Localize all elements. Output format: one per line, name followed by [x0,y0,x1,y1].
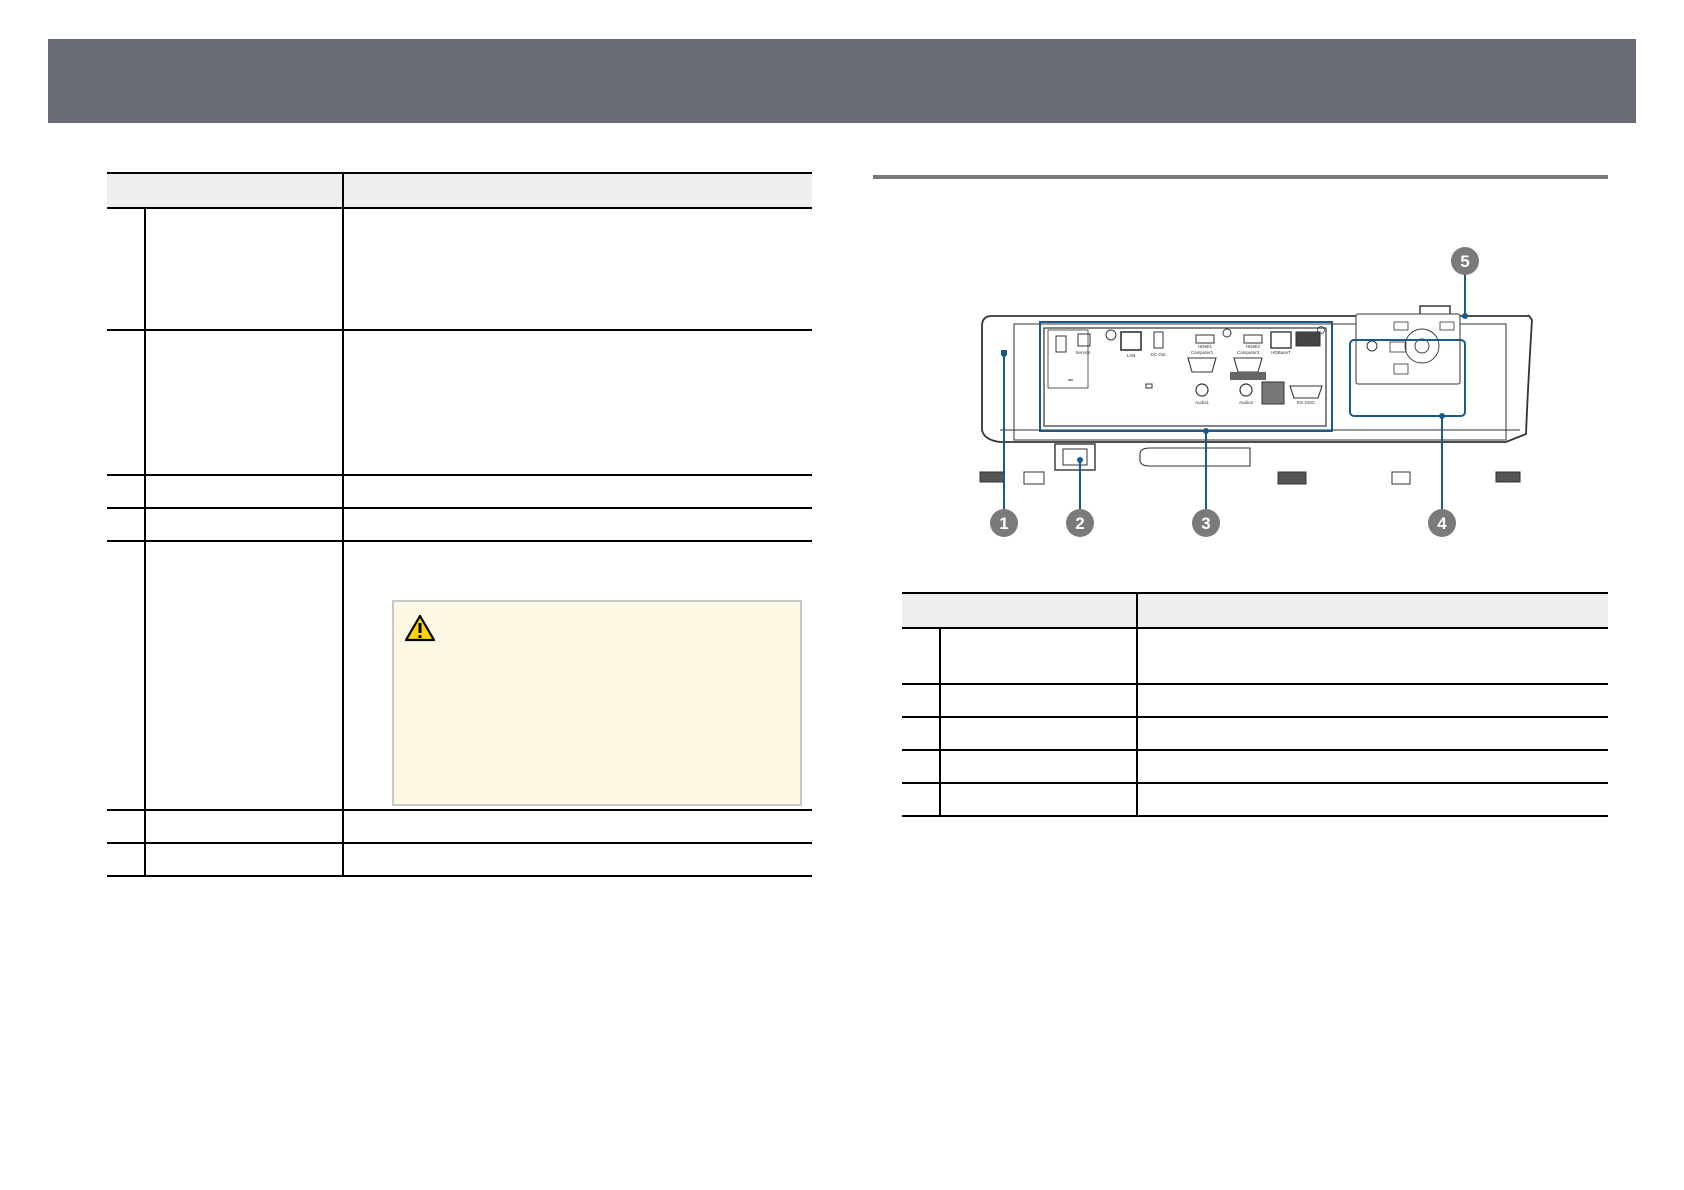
svg-text:Service: Service [1075,350,1091,355]
table-row [902,683,1608,717]
svg-text:HDMI2: HDMI2 [1246,344,1260,349]
callout-1: 1 [999,514,1008,533]
svg-text:Audio1: Audio1 [1195,400,1210,405]
callout-2: 2 [1075,514,1084,533]
table-row [902,749,1608,783]
table-row [107,474,812,508]
table-row [902,628,1608,684]
table-header-name [107,173,343,209]
table-row [902,716,1608,750]
table-header-function [1136,593,1608,629]
svg-text:HDMI1: HDMI1 [1198,344,1212,349]
svg-text:Audio2: Audio2 [1239,400,1254,405]
table-row [107,507,812,541]
warning-icon [404,614,436,642]
table-header-function [342,173,812,209]
svg-text:DC Out: DC Out [1150,352,1166,357]
right-parts-table [902,592,1608,817]
svg-text:LAN: LAN [1127,353,1136,358]
projector-rear-figure: Service LAN DC Out HDMI1 HDMI2 HDBaseT C… [960,244,1560,544]
callout-5: 5 [1460,252,1469,271]
table-row [107,842,812,876]
callout-4: 4 [1437,514,1447,533]
table-row [107,208,812,330]
svg-text:RS-232C: RS-232C [1297,400,1316,405]
svg-text:Computer1: Computer1 [1191,350,1214,355]
svg-text:Computer2: Computer2 [1237,350,1260,355]
caution-box [392,600,802,806]
table-row [902,782,1608,816]
table-header-name [902,593,1137,629]
table-row [107,809,812,843]
table-row [107,329,812,475]
page-header-bar [48,39,1636,123]
section-rule [873,175,1608,179]
svg-text:HDBaseT: HDBaseT [1271,350,1291,355]
callout-3: 3 [1201,514,1210,533]
